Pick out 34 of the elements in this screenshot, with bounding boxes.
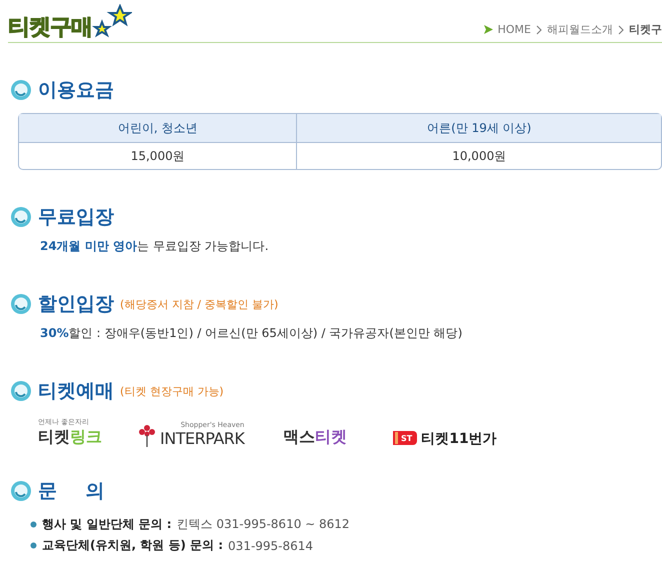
table-header-cell: 어린이, 청소년 [19, 114, 296, 143]
bullet-icon [10, 480, 32, 502]
section-note: (티켓 현장구매 가능) [120, 384, 224, 398]
contact-label: 교육단체(유치원, 학원 등) 문의 : [42, 537, 224, 554]
breadcrumb-link[interactable]: 해피월드소개 [547, 22, 613, 37]
table-header-cell: 어른(만 19세 이상) [296, 114, 661, 143]
section-text: 24개월 미만 영아는 무료입장 가능합니다. [40, 238, 270, 255]
vendor-logo[interactable]: 맥스티켓 [283, 427, 393, 448]
section-heading: 티켓예매 [38, 379, 114, 404]
bullet-icon [10, 79, 32, 101]
breadcrumb-link[interactable]: HOME [498, 23, 531, 36]
bullet-icon [10, 380, 32, 402]
section-heading: 할인입장 [38, 292, 114, 317]
breadcrumb-link[interactable]: 티켓구 [629, 22, 662, 37]
bullet-icon [10, 293, 32, 315]
section-text: 30%할인 : 장애우(동반1인) / 어르신(만 65세이상) / 국가유공자(본인만 해당) [40, 325, 464, 342]
chevron-icon [618, 24, 624, 34]
contact-value: 킨텍스 031-995-8610 ~ 8612 [176, 516, 350, 533]
bullet-icon [30, 542, 37, 549]
contact-value: 031-995-8614 [228, 538, 314, 552]
stars-icon [92, 4, 132, 38]
chevron-icon [536, 24, 542, 34]
contact-label: 행사 및 일반단체 문의 : [42, 516, 172, 533]
vendor-logo[interactable]: ST 티켓11번가 [393, 430, 497, 448]
section-heading: 이용요금 [38, 78, 114, 103]
bullet-icon [10, 206, 32, 228]
arrow-icon [484, 25, 493, 34]
page-title: 티켓구매 [8, 14, 92, 42]
table-cell-text: 15,000원 [130, 148, 186, 164]
section-heading: 문 의 [38, 479, 105, 504]
bullet-icon [30, 521, 37, 528]
section-heading: 무료입장 [38, 205, 114, 230]
section-note: (해당증서 지참 / 중복할인 불가) [120, 296, 278, 312]
table-cell: 10,000원 [296, 143, 661, 169]
